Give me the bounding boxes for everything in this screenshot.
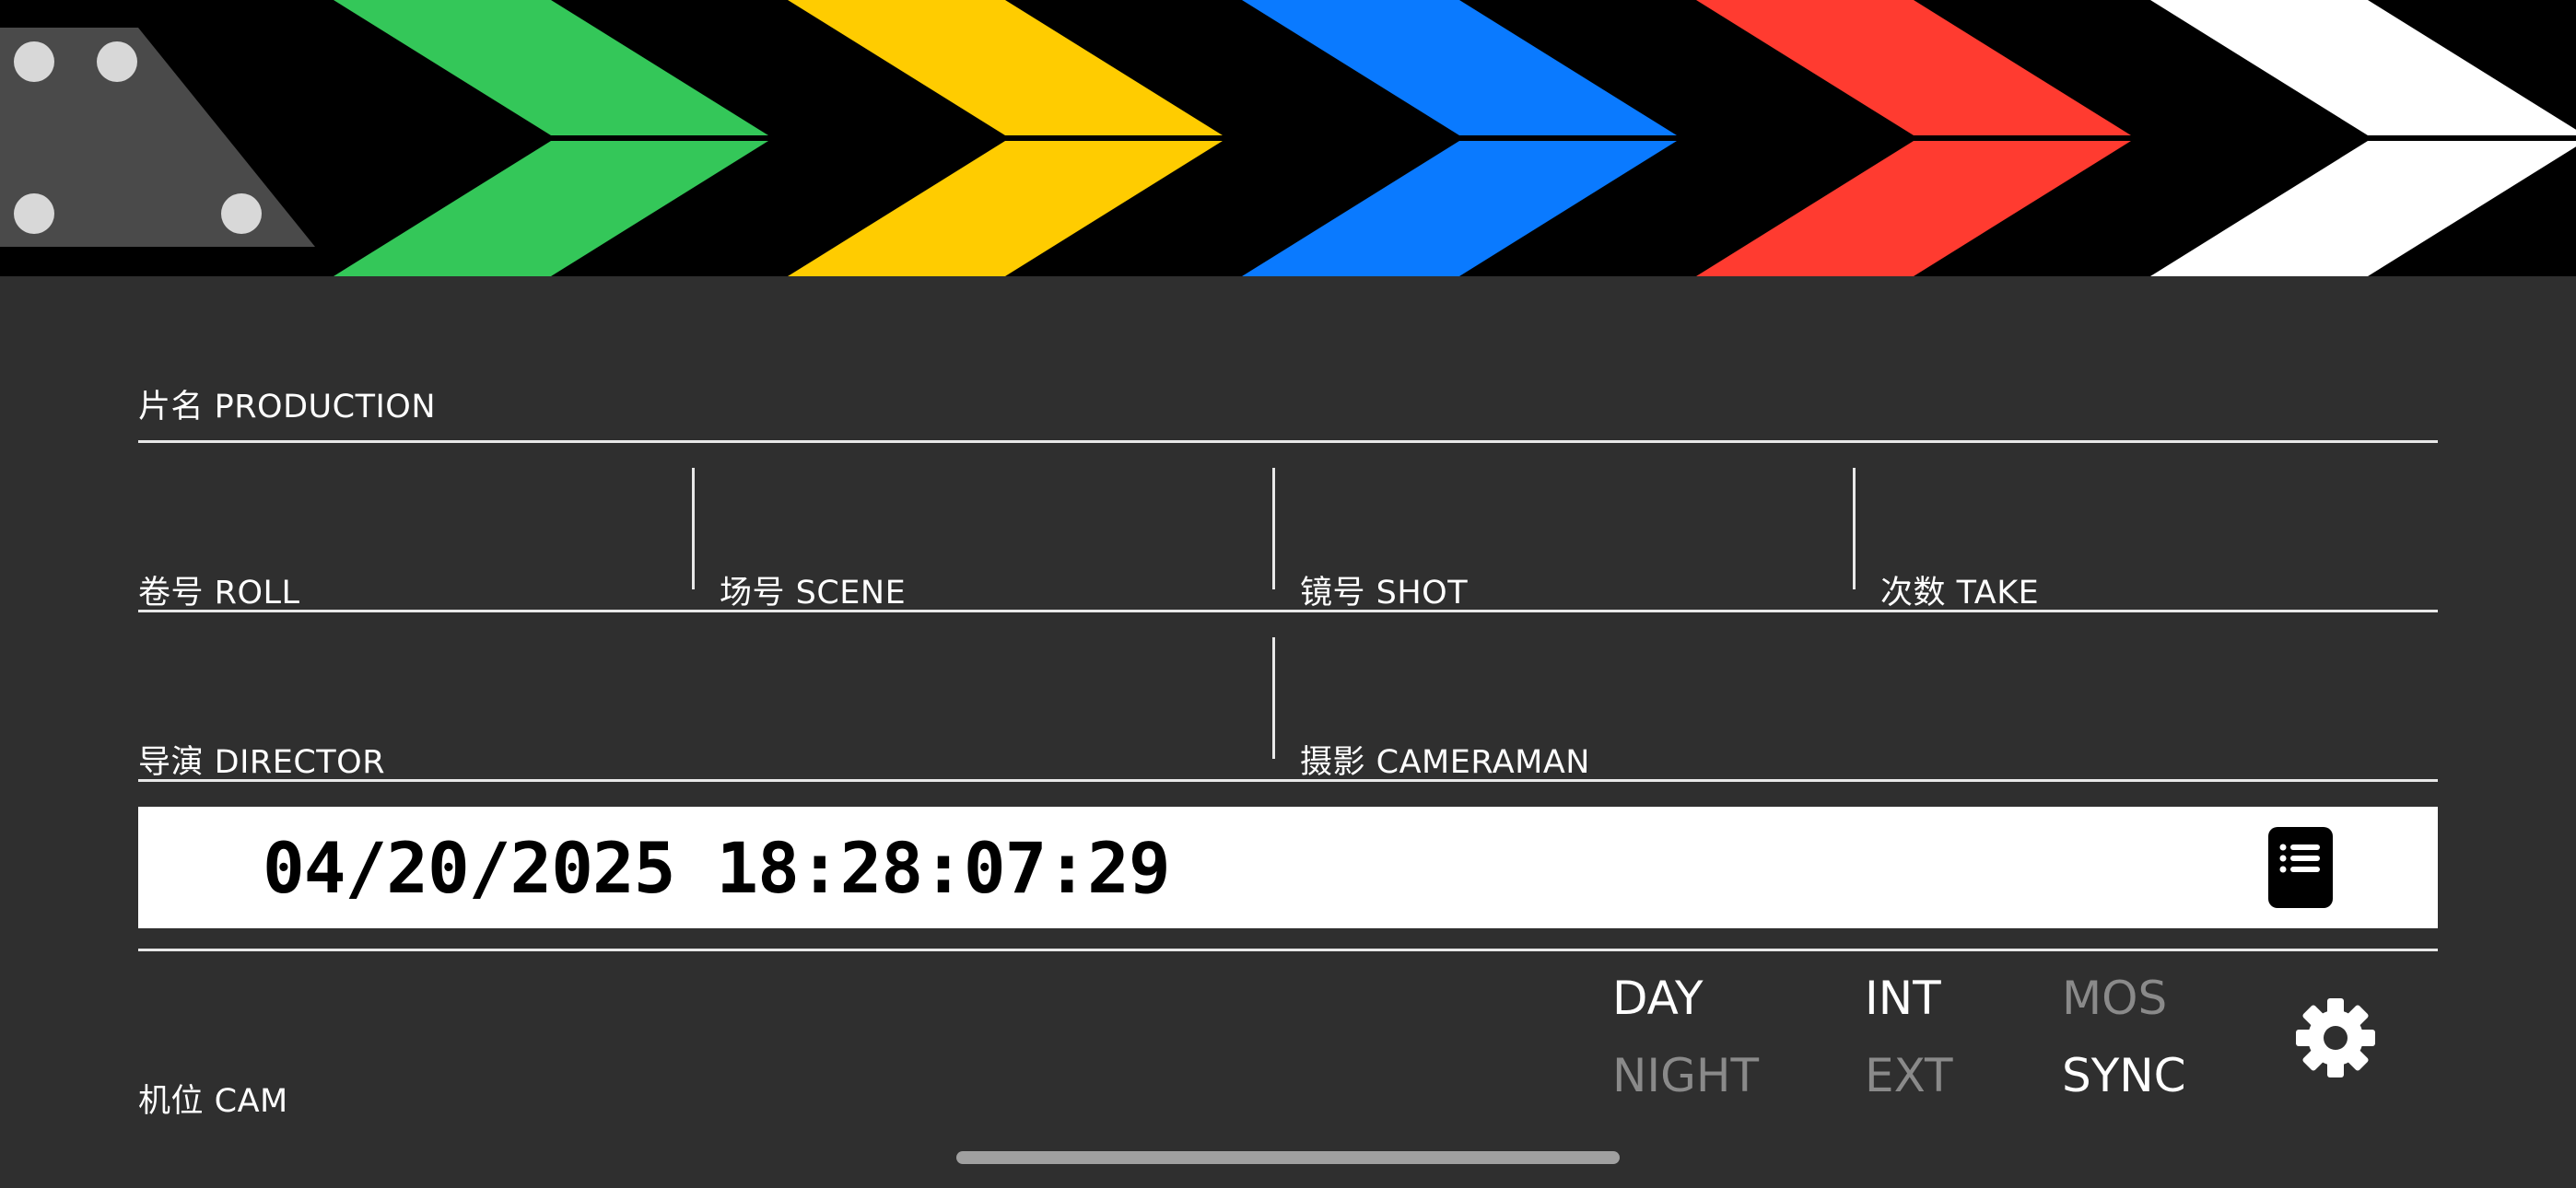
cam-label: 机位 CAM <box>138 1083 288 1120</box>
clapper-stripe <box>334 141 768 276</box>
clapper-stripe <box>1696 0 2131 135</box>
day-toggle[interactable]: DAY <box>1612 973 1704 1024</box>
clapper-stick[interactable] <box>0 0 2576 276</box>
row-line <box>138 779 2438 782</box>
take-label: 次数 TAKE <box>1880 575 2040 611</box>
notes-button[interactable] <box>2268 827 2333 908</box>
production-label: 片名 PRODUCTION <box>138 389 437 425</box>
night-toggle[interactable]: NIGHT <box>1612 1050 1759 1101</box>
ext-toggle[interactable]: EXT <box>1865 1050 1953 1101</box>
list-document-icon <box>2279 844 2320 873</box>
home-indicator[interactable] <box>956 1151 1620 1164</box>
clapper-stripe <box>1696 141 2131 276</box>
clapper-stripes <box>0 0 2576 276</box>
settings-button[interactable] <box>2294 996 2377 1079</box>
director-label: 导演 DIRECTOR <box>138 744 386 781</box>
mos-toggle[interactable]: MOS <box>2062 973 2167 1024</box>
clapper-stripe <box>2150 141 2576 276</box>
row-line <box>138 610 2438 612</box>
divider <box>692 468 695 589</box>
hinge-bolt <box>221 193 262 234</box>
clapper-stripe <box>788 0 1223 135</box>
sync-toggle[interactable]: SYNC <box>2062 1050 2186 1101</box>
shot-label: 镜号 SHOT <box>1300 575 1469 611</box>
divider <box>1853 468 1856 589</box>
production-line <box>138 440 2438 443</box>
hinge-bolt <box>97 41 137 82</box>
clapper-stripe <box>788 141 1223 276</box>
divider <box>1272 468 1275 589</box>
row-line <box>138 949 2438 951</box>
hinge-bolt <box>14 41 54 82</box>
clapper-stripe <box>1242 0 1677 135</box>
clapperboard-screen: 片名 PRODUCTION 卷号 ROLL 场号 SCENE 镜号 SHOT 次… <box>0 0 2576 1188</box>
divider <box>1272 637 1275 759</box>
timecode-bar: 04/20/2025 18:28:07:29 <box>138 807 2438 928</box>
cameraman-label: 摄影 CAMERAMAN <box>1300 744 1590 781</box>
int-toggle[interactable]: INT <box>1865 973 1941 1024</box>
scene-label: 场号 SCENE <box>720 575 907 611</box>
hinge-bolt <box>14 193 54 234</box>
clapper-stripe <box>1242 141 1677 276</box>
timecode-display: 04/20/2025 18:28:07:29 <box>263 827 1171 909</box>
clapper-stripe <box>2150 0 2576 135</box>
roll-label: 卷号 ROLL <box>138 575 300 611</box>
clapper-stripe <box>334 0 768 135</box>
gear-icon <box>2296 998 2375 1077</box>
